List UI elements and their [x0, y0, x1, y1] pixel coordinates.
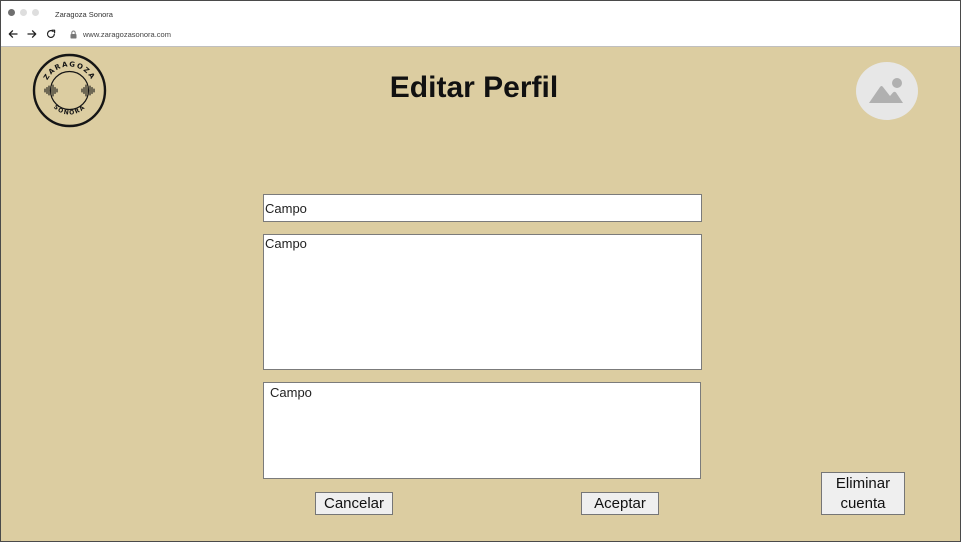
accept-button[interactable]: Aceptar	[581, 492, 659, 515]
forward-arrow-icon[interactable]	[26, 28, 38, 40]
tab-title[interactable]: Zaragoza Sonora	[55, 10, 113, 19]
profile-avatar[interactable]	[856, 62, 918, 120]
back-arrow-icon[interactable]	[7, 28, 19, 40]
window-dot-close[interactable]	[8, 9, 15, 16]
profile-field-2[interactable]	[263, 234, 702, 370]
delete-account-button[interactable]: Eliminar cuenta	[821, 472, 905, 515]
delete-account-label-line2: cuenta	[840, 495, 886, 512]
reload-icon[interactable]	[45, 28, 57, 40]
logo-bottom-text: SONORA	[52, 104, 87, 117]
browser-chrome: Zaragoza Sonora www.zaragozasonora.com	[1, 1, 960, 47]
delete-account-label-line1: Eliminar	[835, 475, 891, 492]
profile-field-3[interactable]	[263, 382, 701, 479]
image-placeholder-icon	[869, 78, 903, 103]
window-dot-maximize[interactable]	[32, 9, 39, 16]
address-bar-url[interactable]: www.zaragozasonora.com	[83, 30, 171, 39]
page-title: Editar Perfil	[389, 71, 559, 104]
cancel-button[interactable]: Cancelar	[315, 492, 393, 515]
lock-icon	[69, 30, 77, 39]
browser-window: Zaragoza Sonora www.zaragozasonora.com Z…	[0, 0, 961, 542]
window-dot-minimize[interactable]	[20, 9, 27, 16]
profile-field-1[interactable]	[263, 194, 702, 222]
